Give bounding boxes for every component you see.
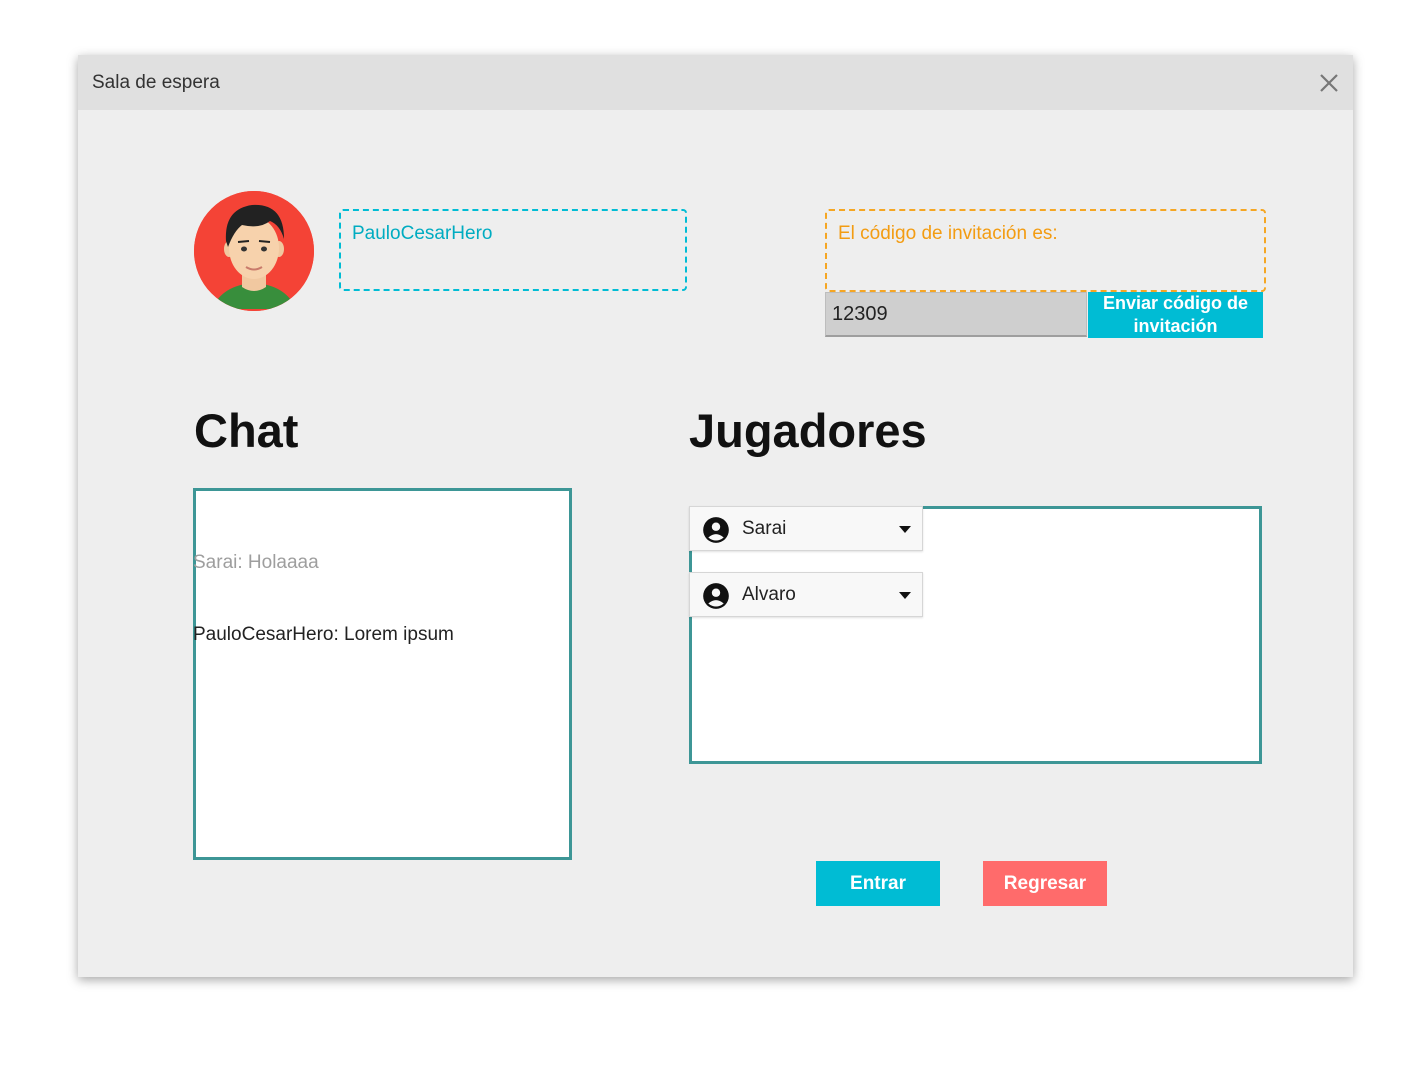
- chat-panel[interactable]: Sarai: Holaaaa PauloCesarHero: Lorem ips…: [193, 488, 572, 860]
- waiting-room-window: Sala de espera PauloCesarHero El código …: [78, 55, 1353, 977]
- username-label: PauloCesarHero: [352, 223, 493, 244]
- avatar: [194, 191, 314, 311]
- account-circle-icon: [703, 517, 729, 543]
- send-invite-code-label: Enviar código de invitación: [1102, 293, 1249, 336]
- back-button[interactable]: Regresar: [983, 861, 1107, 906]
- chat-heading: Chat: [194, 404, 299, 457]
- chat-message: PauloCesarHero: Lorem ipsum: [193, 624, 454, 646]
- send-invite-code-button[interactable]: Enviar código de invitación: [1088, 292, 1263, 338]
- close-button[interactable]: [1315, 69, 1343, 97]
- player-dropdown-alvaro[interactable]: Alvaro: [689, 572, 923, 617]
- chat-message: Sarai: Holaaaa: [193, 552, 319, 574]
- chat-message-text: PauloCesarHero: Lorem ipsum: [193, 624, 454, 645]
- avatar-image: [194, 191, 314, 311]
- players-heading: Jugadores: [689, 404, 927, 457]
- window-title: Sala de espera: [92, 72, 220, 93]
- chevron-down-icon: [899, 592, 911, 599]
- account-circle-icon: [703, 583, 729, 609]
- invite-code-panel: El código de invitación es:: [825, 209, 1266, 292]
- player-name: Sarai: [742, 518, 787, 539]
- invite-code-label: El código de invitación es:: [838, 223, 1058, 244]
- player-dropdown-sarai[interactable]: Sarai: [689, 506, 923, 551]
- close-icon: [1320, 74, 1338, 92]
- player-name: Alvaro: [742, 584, 796, 605]
- chat-message-text: Sarai: Holaaaa: [193, 552, 319, 573]
- invite-code-field[interactable]: [825, 292, 1087, 337]
- chevron-down-icon: [899, 526, 911, 533]
- title-bar: Sala de espera: [78, 55, 1353, 110]
- username-display: PauloCesarHero: [339, 209, 687, 291]
- enter-button[interactable]: Entrar: [816, 861, 940, 906]
